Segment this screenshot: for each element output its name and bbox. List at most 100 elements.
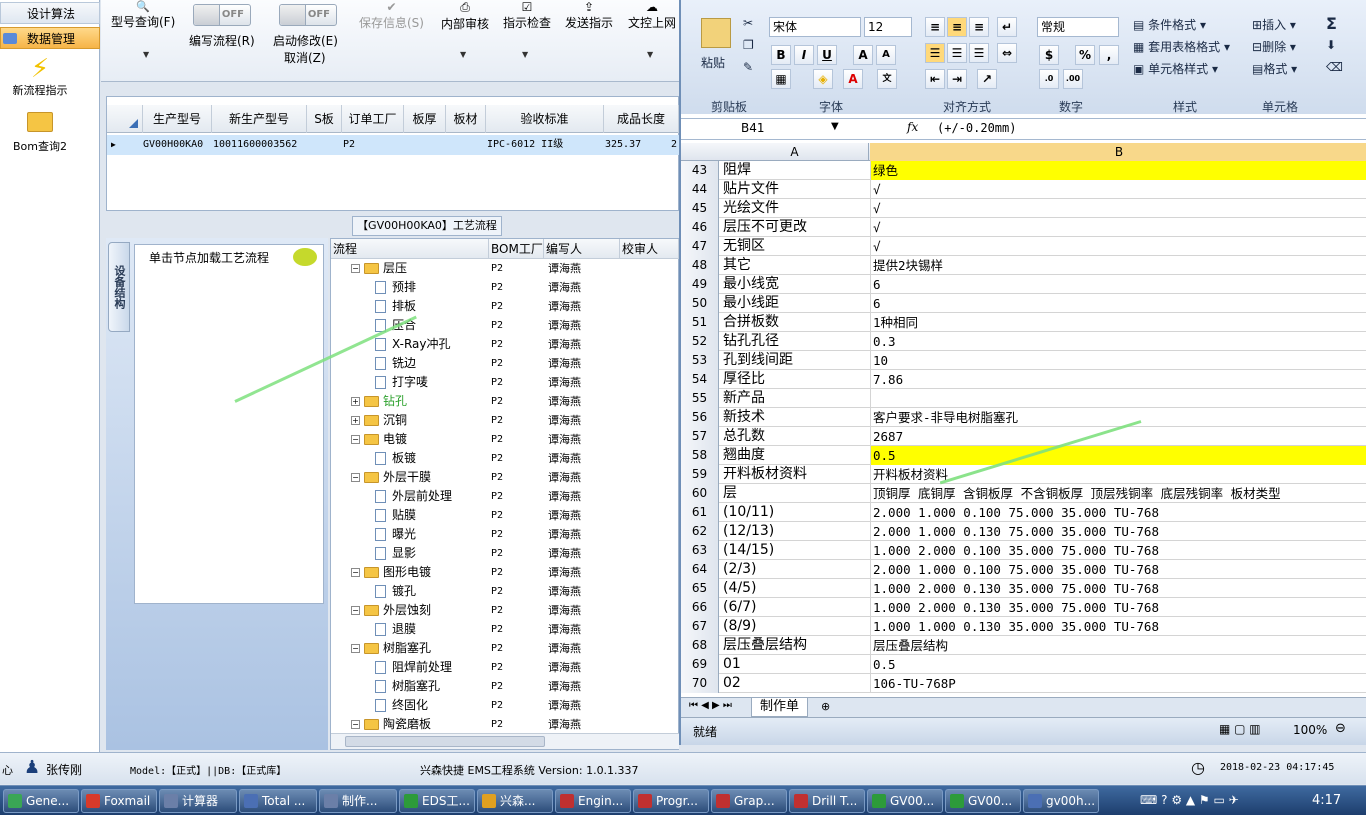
cell-b[interactable]: 6 xyxy=(870,275,1366,294)
tree-node[interactable]: 板镀 P2 谭海燕 xyxy=(331,449,679,468)
grid-cell[interactable]: IPC-6012 II级 xyxy=(487,135,563,155)
tree-node[interactable]: 打字唛 P2 谭海燕 xyxy=(331,373,679,392)
cell-b[interactable]: 1.000 2.000 0.100 35.000 75.000 TU-768 xyxy=(870,541,1366,560)
tree-node[interactable]: 显影 P2 谭海燕 xyxy=(331,544,679,563)
cell-a[interactable]: 最小线距 xyxy=(721,294,869,313)
chevron-down-icon[interactable]: ▼ xyxy=(522,50,528,59)
table-row[interactable]: ▶ GV00H00KA0 10011600003562 P2 IPC-6012 … xyxy=(107,135,679,155)
cell-b[interactable]: 层压叠层结构 xyxy=(870,636,1366,655)
cell-a[interactable]: 钻孔孔径 xyxy=(721,332,869,351)
tree-node[interactable]: 树脂塞孔 P2 谭海燕 xyxy=(331,677,679,696)
sheet-tab[interactable]: 制作单 xyxy=(751,698,809,717)
tree-col-header[interactable]: 流程 xyxy=(331,239,489,259)
taskbar-item[interactable]: Total ... xyxy=(239,789,317,813)
cell-b[interactable]: 10 xyxy=(870,351,1366,370)
nav-data-management[interactable]: 数据管理 xyxy=(0,27,100,49)
tree-node[interactable]: + 沉铜 P2 谭海燕 xyxy=(331,411,679,430)
row-number[interactable]: 69 xyxy=(681,655,719,674)
delete-button[interactable]: ⊟删除 ▾ xyxy=(1252,38,1296,55)
cell-a[interactable]: (10/11) xyxy=(721,503,869,522)
taskbar-item[interactable]: Grap... xyxy=(711,789,787,813)
tree-col-header[interactable]: BOM工厂 xyxy=(489,239,544,259)
row-number[interactable]: 56 xyxy=(681,408,719,427)
taskbar-item[interactable]: 计算器 xyxy=(159,789,237,813)
publish-button[interactable]: ☁ 文控上网 xyxy=(628,0,676,31)
internal-review-button[interactable]: ⎙ 内部审核 xyxy=(441,0,489,32)
cell-b[interactable]: 6 xyxy=(870,294,1366,313)
bold-button[interactable]: B xyxy=(771,45,791,65)
cell-b[interactable] xyxy=(870,389,1366,408)
row-number[interactable]: 49 xyxy=(681,275,719,294)
sheet-nav-icon[interactable]: ⏮ ◀ ▶ ⏭ xyxy=(689,700,732,711)
conditional-format-button[interactable]: ▤ 条件格式 ▾ xyxy=(1133,16,1206,33)
clock[interactable]: 4:17 xyxy=(1312,793,1341,808)
write-flow-toggle[interactable]: OFF xyxy=(193,4,251,26)
row-number[interactable]: 64 xyxy=(681,560,719,579)
cell-a[interactable]: 最小线宽 xyxy=(721,275,869,294)
cell-b[interactable]: 7.86 xyxy=(870,370,1366,389)
cell-b[interactable]: 1.000 2.000 0.130 35.000 75.000 TU-768 xyxy=(870,579,1366,598)
cancel-button[interactable]: 取消(Z) xyxy=(284,49,326,66)
tree-node[interactable]: − 电镀 P2 谭海燕 xyxy=(331,430,679,449)
send-instruction-button[interactable]: ⇪ 发送指示 xyxy=(565,0,613,31)
copy-icon[interactable]: ❐ xyxy=(743,38,754,52)
grid-col-header[interactable]: S板 xyxy=(307,105,342,133)
fill-color-icon[interactable]: ◈ xyxy=(813,69,833,89)
row-number[interactable]: 61 xyxy=(681,503,719,522)
row-number[interactable]: 67 xyxy=(681,617,719,636)
font-select[interactable]: 宋体 xyxy=(769,17,861,37)
cell-a[interactable]: 层压叠层结构 xyxy=(721,636,869,655)
orientation-icon[interactable]: ↗ xyxy=(977,69,997,89)
font-color-icon[interactable]: A xyxy=(843,69,863,89)
bom-query-button[interactable]: Bom查询2 xyxy=(10,112,70,154)
cell-b[interactable]: 2.000 1.000 0.100 75.000 35.000 TU-768 xyxy=(870,560,1366,579)
taskbar-item[interactable]: GV00... xyxy=(867,789,943,813)
cell-b[interactable]: 顶铜厚 底铜厚 含铜板厚 不含铜板厚 顶层残铜率 底层残铜率 板材类型 xyxy=(870,484,1366,503)
cell-a[interactable]: 层 xyxy=(721,484,869,503)
cell-a[interactable]: 阻焊 xyxy=(721,161,869,180)
cell-b[interactable]: √ xyxy=(870,199,1366,218)
percent-icon[interactable]: % xyxy=(1075,45,1095,65)
row-number[interactable]: 45 xyxy=(681,199,719,218)
border-icon[interactable]: ▦ xyxy=(771,69,791,89)
cell-a[interactable]: 孔到线间距 xyxy=(721,351,869,370)
row-number[interactable]: 43 xyxy=(681,161,719,180)
comma-icon[interactable]: , xyxy=(1099,45,1119,65)
row-number[interactable]: 59 xyxy=(681,465,719,484)
cell-a[interactable]: 光绘文件 xyxy=(721,199,869,218)
cell-a[interactable]: 01 xyxy=(721,655,869,674)
tree-node[interactable]: − 图形电镀 P2 谭海燕 xyxy=(331,563,679,582)
cell-b[interactable]: 106-TU-768P xyxy=(870,674,1366,693)
row-number[interactable]: 50 xyxy=(681,294,719,313)
row-number[interactable]: 63 xyxy=(681,541,719,560)
cell-a[interactable]: 层压不可更改 xyxy=(721,218,869,237)
decrease-indent-icon[interactable]: ⇤ xyxy=(925,69,945,89)
check-instruction-button[interactable]: ☑ 指示检查 xyxy=(503,0,551,31)
cell-b[interactable]: 0.3 xyxy=(870,332,1366,351)
align-right-icon[interactable]: ☰ xyxy=(969,43,989,63)
grid-cell[interactable]: 2 xyxy=(671,135,677,155)
expand-icon[interactable]: + xyxy=(351,397,360,406)
new-flow-button[interactable]: ⚡ 新流程指示 xyxy=(10,54,70,98)
taskbar-item[interactable]: EDS工... xyxy=(399,789,475,813)
cell-a[interactable]: 其它 xyxy=(721,256,869,275)
tab-device-structure[interactable]: 设备结构 xyxy=(108,242,130,332)
tree-col-header[interactable]: 编写人 xyxy=(544,239,620,259)
row-number[interactable]: 44 xyxy=(681,180,719,199)
align-top-icon[interactable]: ≡ xyxy=(925,17,945,37)
cell-b[interactable]: 2.000 1.000 0.130 75.000 35.000 TU-768 xyxy=(870,522,1366,541)
tree-col-header[interactable]: 校审人 xyxy=(620,239,679,259)
grid-corner[interactable] xyxy=(107,105,143,133)
grid-col-header[interactable]: 板材 xyxy=(446,105,486,133)
cell-b[interactable]: √ xyxy=(870,218,1366,237)
tree-node[interactable]: 排板 P2 谭海燕 xyxy=(331,297,679,316)
function-icon[interactable]: fx xyxy=(907,120,918,134)
merge-icon[interactable]: ⇔ xyxy=(997,43,1017,63)
tree-node[interactable]: + 钻孔 P2 谭海燕 xyxy=(331,392,679,411)
row-number[interactable]: 51 xyxy=(681,313,719,332)
italic-button[interactable]: I xyxy=(794,45,814,65)
taskbar-item[interactable]: Gene... xyxy=(3,789,79,813)
cell-a[interactable]: (14/15) xyxy=(721,541,869,560)
expand-icon[interactable]: − xyxy=(351,720,360,729)
col-header-b[interactable]: B xyxy=(870,143,1366,161)
